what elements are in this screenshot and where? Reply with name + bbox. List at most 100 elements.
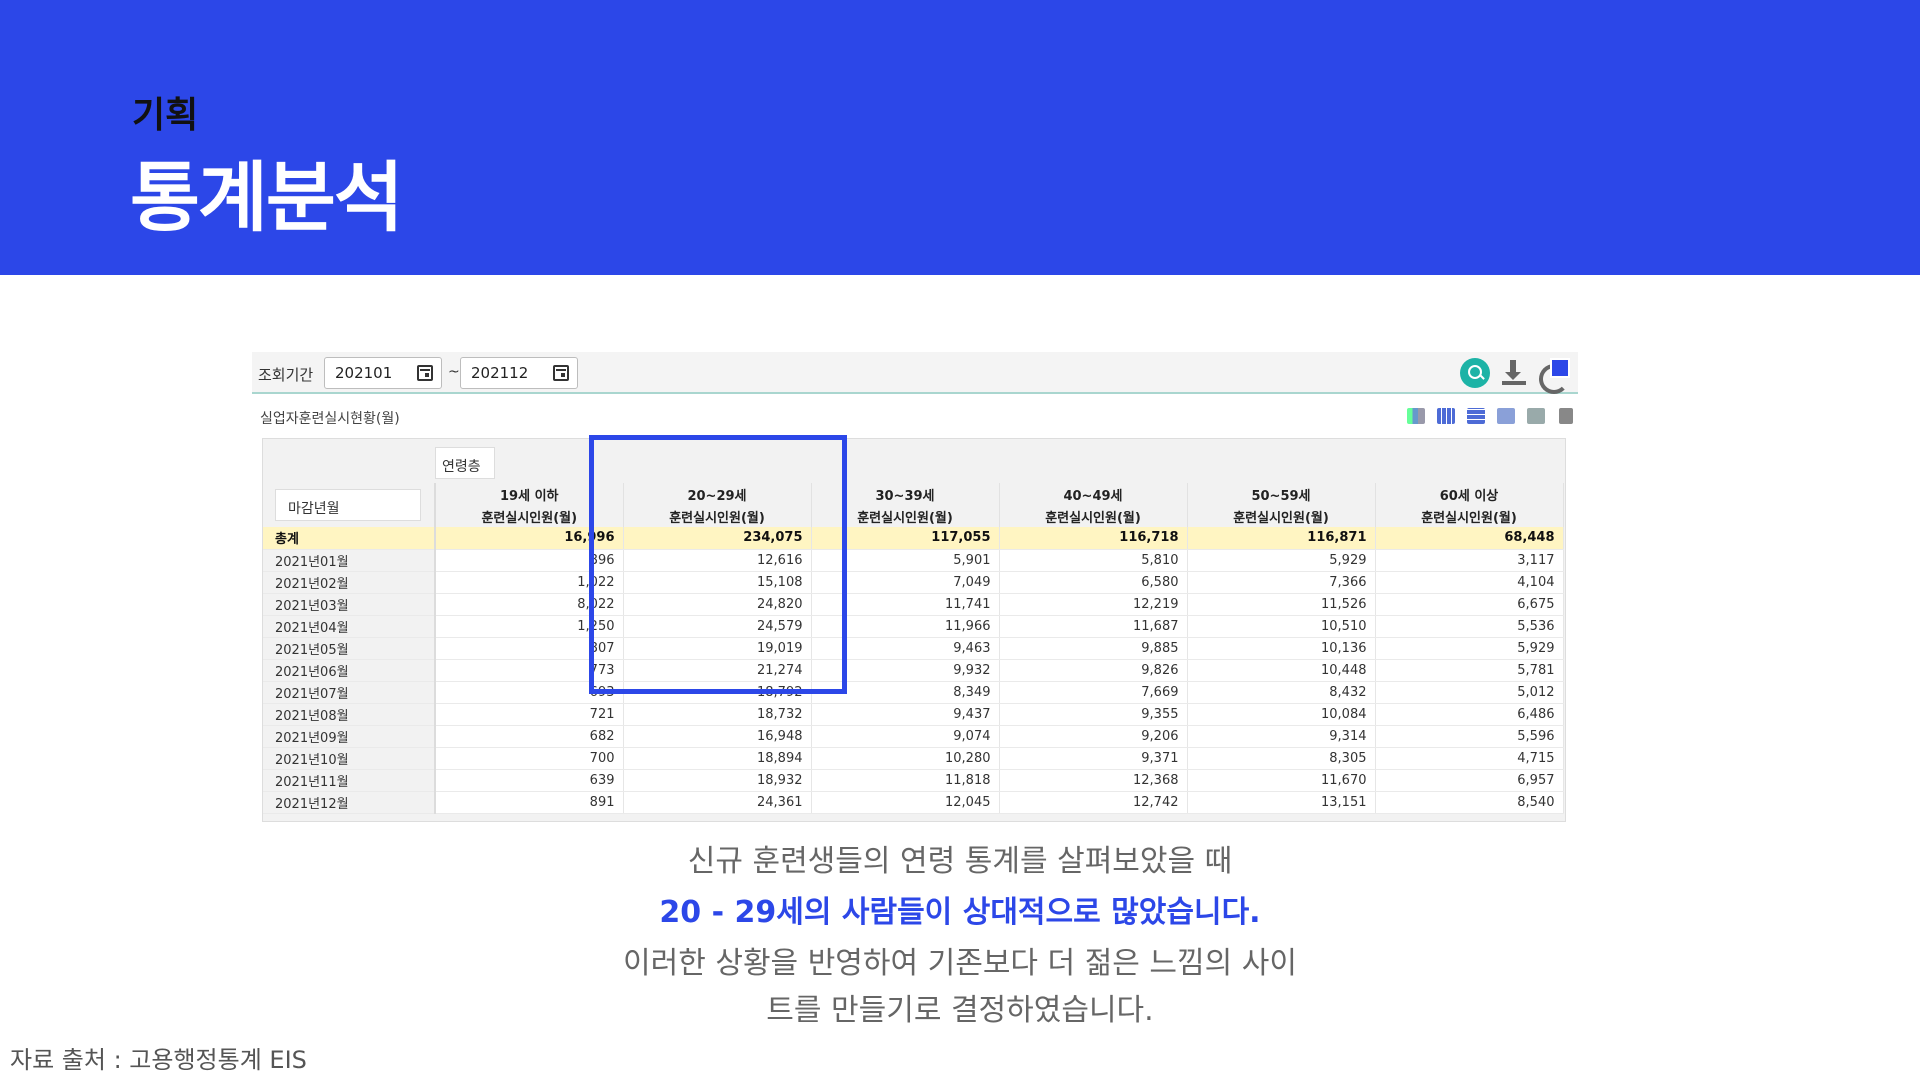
table-cell: 12,045 (811, 791, 1000, 814)
table-cell: 682 (435, 725, 624, 748)
calendar-icon[interactable] (553, 365, 569, 381)
chart-view-icon[interactable] (1407, 408, 1425, 424)
row-label: 2021년07월 (263, 681, 436, 704)
table-row: 2021년01월 896 12,616 5,901 5,810 5,929 3,117 (263, 549, 1564, 572)
search-toolbar: 조회기간 202101 ~ 202112 (252, 352, 1578, 394)
row-dimension-chip[interactable]: 마감년월 (275, 489, 421, 521)
table-cell: 13,151 (1187, 791, 1376, 814)
start-date-field[interactable]: 202101 (324, 357, 442, 389)
row-label: 2021년01월 (263, 549, 436, 572)
measure-header: 훈련실시인원(월) (1187, 505, 1376, 527)
table-cell: 7,366 (1187, 571, 1376, 594)
table-cell: 700 (435, 747, 624, 770)
table-cell: 6,675 (1375, 593, 1564, 616)
table-cell: 9,371 (999, 747, 1188, 770)
report-title: 실업자훈련실시현황(월) (260, 411, 400, 427)
source-note: 자료 출처 : 고용행정통계 EIS (10, 1046, 307, 1074)
table-cell: 5,596 (1375, 725, 1564, 748)
table-cell: 9,885 (999, 637, 1188, 660)
statistics-screenshot-panel: 조회기간 202101 ~ 202112 실업자훈련실시현황(월) 연령층 19… (252, 352, 1578, 822)
row-label: 2021년08월 (263, 703, 436, 726)
row-label: 2021년02월 (263, 571, 436, 594)
caption-line-3: 이러한 상황을 반영하여 기존보다 더 젊은 느낌의 사이 (623, 946, 1297, 981)
data-table: 19세 이하 20~29세 30~39세 40~49세 50~59세 60세 이… (263, 483, 1564, 814)
end-date-value: 202112 (471, 364, 529, 382)
table-cell: 18,932 (623, 769, 812, 792)
highlight-box-20-29 (589, 435, 847, 694)
table-cell: 10,136 (1187, 637, 1376, 660)
column-group-header: 40~49세 (999, 483, 1188, 505)
table-cell: 116,718 (999, 527, 1188, 550)
table-cell: 9,355 (999, 703, 1188, 726)
table-cell: 116,871 (1187, 527, 1376, 550)
table-cell: 11,687 (999, 615, 1188, 638)
row-label: 2021년04월 (263, 615, 436, 638)
table-cell: 12,742 (999, 791, 1188, 814)
row-label: 총계 (263, 527, 436, 550)
table-row: 2021년04월 1,250 24,579 11,966 11,687 10,510 5,5… (263, 615, 1564, 638)
copy-icon[interactable] (1497, 408, 1515, 424)
pivot-grid: 연령층 19세 이하 20~29세 30~39세 40~49세 50~59세 6… (262, 438, 1566, 822)
table-cell: 9,826 (999, 659, 1188, 682)
table-cell: 10,510 (1187, 615, 1376, 638)
table-cell: 24,361 (623, 791, 812, 814)
row-label: 2021년12월 (263, 791, 436, 814)
table-row: 2021년09월 682 16,948 9,074 9,206 9,314 5,596 (263, 725, 1564, 748)
measure-header: 훈련실시인원(월) (1375, 505, 1564, 527)
row-label: 2021년06월 (263, 659, 436, 682)
table-row: 2021년03월 8,022 24,820 11,741 12,219 11,526 6,6… (263, 593, 1564, 616)
total-row: 총계 16,996 234,075 117,055 116,718 116,871 68,4… (263, 527, 1564, 550)
end-date-field[interactable]: 202112 (460, 357, 578, 389)
period-label: 조회기간 (258, 366, 314, 384)
table-cell: 4,104 (1375, 571, 1564, 594)
caption-line-1: 신규 훈련생들의 연령 통계를 살펴보았을 때 (687, 844, 1233, 879)
settings-icon[interactable] (1527, 408, 1545, 424)
table-cell: 9,437 (811, 703, 1000, 726)
table-cell: 8,305 (1187, 747, 1376, 770)
caption-highlight: 20 - 29세의 사람들이 상대적으로 많았습니다. (659, 895, 1261, 930)
table-cell: 8,540 (1375, 791, 1564, 814)
row-label: 2021년09월 (263, 725, 436, 748)
table-cell: 7,669 (999, 681, 1188, 704)
table-cell: 10,084 (1187, 703, 1376, 726)
column-dimension-chip[interactable]: 연령층 (435, 447, 495, 479)
table-cell: 9,314 (1187, 725, 1376, 748)
section-kicker: 기획 (132, 95, 199, 136)
export-icon[interactable] (1559, 408, 1573, 424)
date-separator: ~ (448, 364, 460, 380)
column-group-header: 50~59세 (1187, 483, 1376, 505)
row-label: 2021년03월 (263, 593, 436, 616)
table-row: 2021년07월 693 18,792 8,349 7,669 8,432 5,012 (263, 681, 1564, 704)
table-cell: 6,957 (1375, 769, 1564, 792)
measure-header: 훈련실시인원(월) (999, 505, 1188, 527)
search-icon[interactable] (1460, 358, 1490, 388)
refresh-icon[interactable] (1536, 358, 1570, 394)
table-cell: 5,012 (1375, 681, 1564, 704)
table-row: 2021년06월 773 21,274 9,932 9,826 10,448 5,781 (263, 659, 1564, 682)
table-view-icon[interactable] (1467, 408, 1485, 424)
table-cell: 3,117 (1375, 549, 1564, 572)
table-cell: 6,580 (999, 571, 1188, 594)
table-cell: 11,818 (811, 769, 1000, 792)
caption-line-4: 트를 만들기로 결정하였습니다. (766, 993, 1154, 1028)
table-cell: 11,526 (1187, 593, 1376, 616)
table-cell: 9,074 (811, 725, 1000, 748)
table-cell: 16,948 (623, 725, 812, 748)
table-cell: 721 (435, 703, 624, 726)
table-cell: 10,280 (811, 747, 1000, 770)
table-cell: 639 (435, 769, 624, 792)
table-row: 2021년12월 891 24,361 12,045 12,742 13,151 8,540 (263, 791, 1564, 814)
table-cell: 68,448 (1375, 527, 1564, 550)
view-options (1407, 406, 1577, 428)
table-cell: 8,432 (1187, 681, 1376, 704)
page-title: 통계분석 (130, 153, 404, 242)
table-cell: 12,219 (999, 593, 1188, 616)
table-row: 2021년08월 721 18,732 9,437 9,355 10,084 6,486 (263, 703, 1564, 726)
calendar-icon[interactable] (417, 365, 433, 381)
row-label: 2021년05월 (263, 637, 436, 660)
table-row: 2021년05월 807 19,019 9,463 9,885 10,136 5,929 (263, 637, 1564, 660)
table-row: 2021년10월 700 18,894 10,280 9,371 8,305 4,715 (263, 747, 1564, 770)
table-cell: 18,732 (623, 703, 812, 726)
download-icon-base (1502, 381, 1526, 385)
grid-view-icon[interactable] (1437, 408, 1455, 424)
